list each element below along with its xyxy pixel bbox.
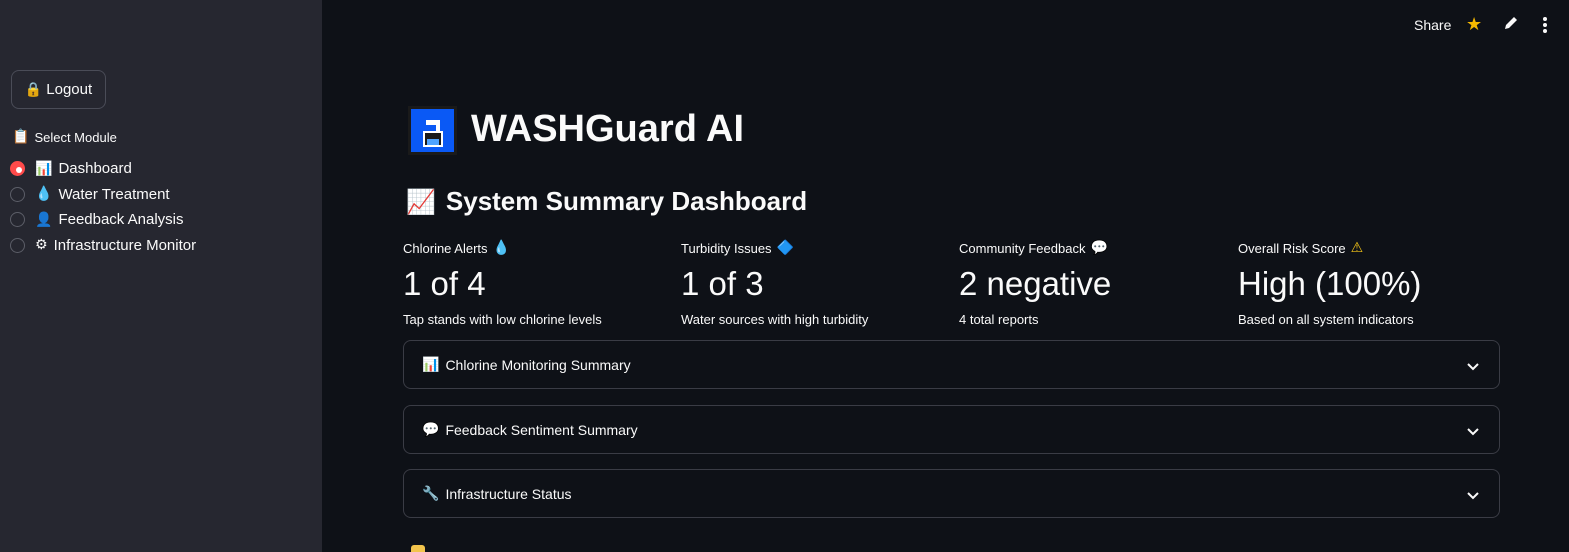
radio-circle[interactable] [10, 186, 25, 202]
droplet-icon: 💧 [492, 240, 510, 256]
water-tap-icon [408, 106, 457, 155]
radio-infrastructure-monitor[interactable]: ⚙ Infrastructure Monitor [10, 233, 196, 259]
metric-value: 2 negative [959, 265, 1112, 302]
droplet-icon: 💧 [35, 186, 53, 203]
metric-caption: 4 total reports [959, 312, 1039, 327]
logout-button[interactable]: 🔒 Logout [11, 70, 106, 109]
speech-bubble-icon: 💬 [1090, 240, 1108, 256]
expander-label: Infrastructure Status [445, 485, 572, 502]
metric-label: Turbidity Issues [681, 240, 772, 256]
sidebar: 🔒 Logout 📋 Select Module 📊 Dashboard 💧 W… [0, 0, 322, 552]
lock-icon: 🔒 [24, 81, 43, 98]
chevron-down-icon[interactable] [1467, 358, 1479, 374]
person-icon: 👤 [35, 211, 53, 228]
share-button[interactable]: Share [1414, 17, 1451, 33]
gear-icon: ⚙ [35, 237, 48, 254]
app-title: WASHGuard AI [471, 108, 745, 150]
chevron-down-icon[interactable] [1467, 487, 1479, 503]
radio-label: Water Treatment [58, 185, 170, 203]
radio-circle[interactable] [10, 237, 25, 253]
expander-chlorine-monitoring[interactable]: 📊 Chlorine Monitoring Summary [403, 340, 1500, 389]
diamond-icon: 🔷 [776, 240, 794, 256]
radio-circle[interactable] [10, 161, 25, 177]
select-module-label: 📋 Select Module [12, 129, 117, 145]
bar-chart-icon: 📊 [422, 356, 440, 373]
expander-feedback-sentiment[interactable]: 💬 Feedback Sentiment Summary [403, 405, 1500, 454]
warning-icon: ⚠ [1350, 240, 1364, 256]
metric-value: High (100%) [1238, 265, 1422, 302]
radio-feedback-analysis[interactable]: 👤 Feedback Analysis [10, 207, 196, 233]
expander-label: Chlorine Monitoring Summary [445, 356, 631, 373]
metric-label: Overall Risk Score [1238, 240, 1346, 256]
clipboard-icon: 📋 [12, 129, 30, 145]
metric-caption: Water sources with high turbidity [681, 312, 869, 327]
speech-bubble-icon: 💬 [422, 421, 440, 438]
metric-caption: Tap stands with low chlorine levels [403, 312, 602, 327]
radio-label: Infrastructure Monitor [53, 236, 197, 254]
radio-dashboard[interactable]: 📊 Dashboard [10, 156, 196, 182]
metric-value: 1 of 4 [403, 265, 486, 302]
bar-chart-icon: 📊 [35, 160, 53, 177]
metric-chlorine-alerts: Chlorine Alerts 💧 1 of 4 Tap stands with … [403, 240, 602, 327]
metric-turbidity-issues: Turbidity Issues 🔷 1 of 3 Water sources w… [681, 240, 868, 327]
kebab-menu-icon[interactable] [1542, 16, 1548, 39]
radio-circle[interactable] [10, 212, 25, 228]
radio-water-treatment[interactable]: 💧 Water Treatment [10, 182, 196, 208]
metric-label: Chlorine Alerts [403, 240, 488, 256]
section-title: 📈 System Summary Dashboard [406, 186, 808, 216]
metric-overall-risk-score: Overall Risk Score ⚠ High (100%) Based on… [1238, 240, 1421, 327]
partial-emoji-icon [411, 545, 425, 552]
wrench-icon: 🔧 [422, 485, 440, 502]
logout-label: Logout [46, 81, 93, 98]
metric-community-feedback: Community Feedback 💬 2 negative 4 total r… [959, 240, 1111, 327]
expander-label: Feedback Sentiment Summary [445, 421, 638, 438]
module-radio-group: 📊 Dashboard 💧 Water Treatment 👤 Feedback… [10, 156, 196, 258]
expander-infrastructure-status[interactable]: 🔧 Infrastructure Status [403, 469, 1500, 518]
radio-label: Dashboard [58, 160, 132, 178]
chart-increasing-icon: 📈 [406, 187, 436, 216]
radio-label: Feedback Analysis [58, 211, 184, 229]
metric-caption: Based on all system indicators [1238, 312, 1414, 327]
star-icon[interactable]: ★ [1466, 14, 1482, 35]
metric-value: 1 of 3 [681, 265, 764, 302]
edit-pencil-icon[interactable] [1503, 15, 1519, 36]
metric-label: Community Feedback [959, 240, 1086, 256]
chevron-down-icon[interactable] [1467, 423, 1479, 439]
